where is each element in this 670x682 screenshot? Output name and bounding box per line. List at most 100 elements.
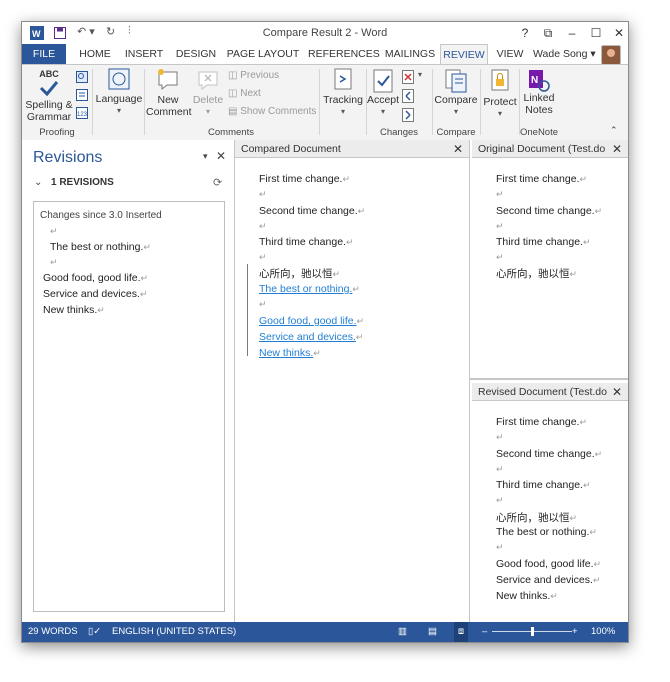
minimize-button[interactable]: –	[561, 24, 583, 42]
revision-entry[interactable]: Changes since 3.0 Inserted ↵ The best or…	[33, 201, 225, 612]
document-area: Revisions ▾ ✕ ⌄ 1 REVISIONS ⟳ Changes si…	[22, 140, 628, 622]
paragraph-mark: ↵	[259, 299, 267, 309]
zoom-in-button[interactable]: +	[572, 622, 578, 642]
tab-view[interactable]: VIEW	[494, 44, 526, 64]
tab-home[interactable]: HOME	[74, 44, 116, 64]
research-icon[interactable]	[76, 71, 88, 83]
refresh-icon[interactable]: ⟳	[213, 176, 222, 189]
zoom-slider-thumb[interactable]	[531, 627, 534, 636]
expand-chevron-icon[interactable]: ⌄	[34, 177, 42, 188]
original-document-header: Original Document (Test.do ✕	[472, 140, 628, 158]
inserted-line[interactable]: Service and devices.↵	[259, 331, 363, 343]
tab-mailings[interactable]: MAILINGS	[382, 44, 438, 64]
collapse-ribbon-icon[interactable]: ⌃	[610, 125, 618, 136]
revised-document-pane: Revised Document (Test.do ✕ First time c…	[472, 383, 628, 622]
inserted-line[interactable]: The best or nothing.↵	[259, 283, 360, 295]
close-icon[interactable]: ✕	[453, 140, 463, 158]
doc-line[interactable]: Second time change.↵	[496, 205, 602, 217]
doc-line[interactable]: Second time change.↵	[259, 205, 365, 217]
inserted-line[interactable]: Good food, good life.↵	[259, 315, 364, 327]
close-icon[interactable]: ✕	[612, 140, 622, 158]
web-layout-icon[interactable]: ⧈	[454, 622, 469, 642]
inserted-line[interactable]: New thinks.↵	[259, 347, 321, 359]
changes-group-label: Changes	[379, 127, 419, 138]
doc-line[interactable]: First time change.↵	[496, 416, 587, 428]
tracking-button[interactable]: Tracking ▾	[321, 68, 365, 118]
close-icon[interactable]: ✕	[612, 383, 622, 401]
pane-options-icon[interactable]: ▾	[203, 151, 208, 162]
svg-text:123: 123	[77, 112, 88, 118]
paragraph-mark: ↵	[496, 189, 504, 199]
user-name[interactable]: Wade Song ▾	[533, 44, 596, 64]
linked-notes-button[interactable]: N Linked Notes	[521, 68, 557, 116]
original-document-title: Original Document (Test.do	[478, 143, 606, 155]
word-count[interactable]: 29 WORDS	[28, 622, 78, 642]
doc-line[interactable]: Second time change.↵	[496, 448, 602, 460]
delete-comment-button[interactable]: Delete ▾	[190, 68, 226, 118]
revision-line: Service and devices.↵	[43, 288, 148, 300]
accept-button[interactable]: Accept ▾	[366, 68, 400, 118]
doc-line[interactable]: 心所向，驰以恒↵	[259, 266, 340, 281]
delete-comment-icon	[198, 71, 218, 91]
zoom-out-button[interactable]: –	[482, 622, 487, 642]
show-comments-button[interactable]: ▤ Show Comments	[228, 106, 316, 117]
thesaurus-icon[interactable]	[76, 89, 88, 101]
doc-line[interactable]: Third time change.↵	[496, 479, 591, 491]
onenote-icon: N	[529, 70, 550, 92]
paragraph-mark: ↵	[496, 252, 504, 262]
doc-line[interactable]: 心所向，驰以恒↵	[496, 510, 577, 525]
pane-splitter[interactable]	[470, 378, 628, 380]
reject-icon[interactable]	[402, 70, 414, 84]
previous-change-icon[interactable]	[402, 89, 414, 103]
read-mode-icon[interactable]: ▥	[398, 622, 407, 642]
doc-line[interactable]: New thinks.↵	[496, 590, 558, 602]
zoom-slider[interactable]	[492, 627, 572, 636]
proofing-status-icon[interactable]: ▯✓	[88, 622, 101, 642]
spelling-grammar-button[interactable]: ABC Spelling & Grammar	[24, 68, 74, 123]
chevron-down-icon: ▾	[116, 106, 121, 115]
divider	[480, 69, 481, 135]
doc-line[interactable]: 心所向，驰以恒↵	[496, 266, 577, 281]
paragraph-mark: ↵	[259, 189, 267, 199]
new-comment-button[interactable]: New Comment	[146, 68, 192, 118]
doc-line[interactable]: First time change.↵	[496, 173, 587, 185]
avatar[interactable]	[601, 45, 621, 65]
chevron-down-icon: ▾	[205, 107, 210, 116]
language-status[interactable]: ENGLISH (UNITED STATES)	[112, 622, 236, 642]
doc-line[interactable]: The best or nothing.↵	[496, 526, 597, 538]
doc-line[interactable]: Good food, good life.↵	[496, 558, 601, 570]
help-button[interactable]: ?	[514, 24, 536, 42]
status-bar: 29 WORDS ▯✓ ENGLISH (UNITED STATES) ▥ ▤ …	[22, 622, 628, 642]
divider	[92, 69, 93, 135]
compared-document-pane: Compared Document ✕ First time change.↵ …	[235, 140, 470, 622]
language-button[interactable]: Language ▾	[94, 68, 144, 117]
zoom-level[interactable]: 100%	[591, 622, 615, 642]
protect-button[interactable]: Protect ▾	[482, 68, 518, 120]
previous-comment-button[interactable]: ◫ Previous	[228, 70, 279, 81]
tab-references[interactable]: REFERENCES	[308, 44, 380, 64]
tab-file[interactable]: FILE	[22, 44, 66, 64]
tab-review[interactable]: REVIEW	[440, 44, 488, 66]
tab-design[interactable]: DESIGN	[174, 44, 218, 64]
tab-page-layout[interactable]: PAGE LAYOUT	[226, 44, 300, 64]
pane-close-icon[interactable]: ✕	[216, 149, 226, 163]
doc-line[interactable]: Third time change.↵	[496, 236, 591, 248]
compare-button[interactable]: Compare ▾	[434, 68, 478, 118]
word-count-icon[interactable]: 123	[76, 107, 88, 119]
divider	[319, 69, 320, 135]
print-layout-icon[interactable]: ▤	[428, 622, 437, 642]
doc-line[interactable]: Service and devices.↵	[496, 574, 600, 586]
protect-label: Protect	[483, 96, 517, 108]
doc-line[interactable]: Third time change.↵	[259, 236, 354, 248]
divider	[519, 69, 520, 135]
close-button[interactable]: ✕	[608, 24, 628, 42]
next-change-icon[interactable]	[402, 108, 414, 122]
tab-insert[interactable]: INSERT	[122, 44, 166, 64]
ribbon-display-options-button[interactable]: ⧉	[537, 24, 559, 42]
maximize-button[interactable]: ☐	[585, 24, 607, 42]
reject-chevron-icon[interactable]: ▾	[418, 70, 422, 79]
paragraph-mark: ↵	[259, 252, 267, 262]
next-comment-button[interactable]: ◫ Next	[228, 88, 261, 99]
revision-entry-header: Changes since 3.0 Inserted	[40, 210, 162, 221]
doc-line[interactable]: First time change.↵	[259, 173, 350, 185]
